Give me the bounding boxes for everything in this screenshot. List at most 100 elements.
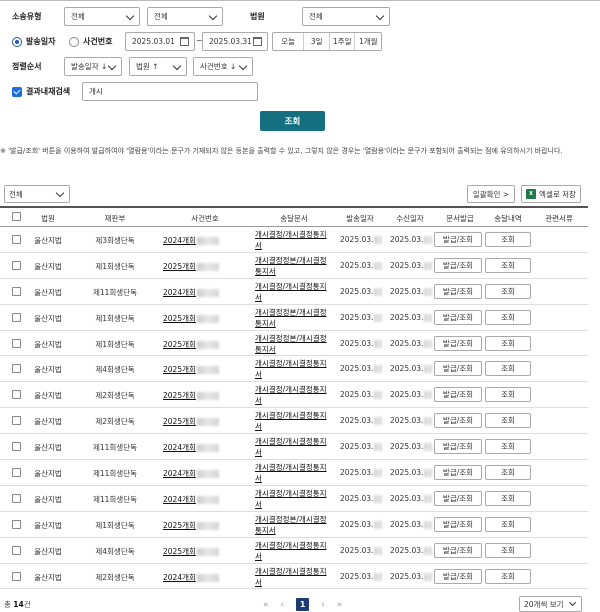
bulk-check-button[interactable]: 일괄확인 > [467,185,515,203]
row-case-number[interactable]: 2025개회 [163,313,219,324]
case-number-link[interactable]: 2025개회 [163,340,196,349]
case-type-select-2[interactable]: 전체 [147,7,223,26]
date-to-input[interactable]: 2025.03.31 [202,32,268,51]
row-case-number[interactable]: 2024개회 [163,572,219,583]
delivery-view-button[interactable]: 조회 [485,568,531,584]
row-case-number[interactable]: 2024개회 [163,287,219,298]
case-number-link[interactable]: 2025개회 [163,391,196,400]
case-number-link[interactable]: 2025개회 [163,365,196,374]
case-number-link[interactable]: 2025개회 [163,547,196,556]
issue-view-button[interactable]: 발급/조회 [434,465,482,481]
issue-view-button[interactable]: 발급/조회 [434,387,482,403]
result-search-input[interactable]: 개시 [82,82,258,101]
row-case-number[interactable]: 2025개회 [163,339,219,350]
current-page[interactable]: 1 [296,598,310,611]
row-document-link[interactable]: 개시결정정본/개시결정통지서 [255,307,331,329]
next-page-icon[interactable]: › [321,600,325,610]
sort-case-number-select[interactable]: 사건번호 ↓ [193,57,253,76]
row-checkbox[interactable] [12,286,21,296]
date-from-input[interactable]: 2025.03.01 [125,32,195,51]
row-document-link[interactable]: 개시결정/개시결정통지서 [255,281,331,303]
calendar-icon[interactable] [253,37,262,46]
issue-view-button[interactable]: 발급/조회 [434,335,482,351]
quick-range-today[interactable]: 오늘 [273,33,305,50]
case-number-link[interactable]: 2024개회 [163,288,196,297]
row-checkbox[interactable] [12,260,21,270]
row-checkbox[interactable] [12,390,21,400]
row-document-link[interactable]: 개시결정/개시결정통지서 [255,410,331,432]
delivery-view-button[interactable]: 조회 [485,309,531,325]
sort-send-date-select[interactable]: 발송일자 ↓ [64,57,122,76]
row-case-number[interactable]: 2025개회 [163,390,219,401]
list-filter-select[interactable]: 전체 [4,185,70,203]
delivery-view-button[interactable]: 조회 [485,465,531,481]
row-document-link[interactable]: 개시결정정본/개시결정통지서 [255,255,331,277]
row-document-link[interactable]: 개시결정/개시결정통지서 [255,566,331,588]
case-number-link[interactable]: 2025개회 [163,521,196,530]
row-case-number[interactable]: 2025개회 [163,546,219,557]
select-all-checkbox[interactable] [12,212,21,221]
row-checkbox[interactable] [12,364,21,374]
row-document-link[interactable]: 개시결정/개시결정통지서 [255,488,331,510]
case-number-link[interactable]: 2025개회 [163,314,196,323]
delivery-view-button[interactable]: 조회 [485,361,531,377]
sort-court-select[interactable]: 법원 ↑ [129,57,187,76]
row-checkbox[interactable] [12,235,21,244]
row-document-link[interactable]: 개시결정/개시결정통지서 [255,436,331,458]
row-case-number[interactable]: 2024개회 [163,235,219,246]
per-page-select[interactable]: 20개씩 보기 [519,596,582,612]
issue-view-button[interactable]: 발급/조회 [434,516,482,532]
quick-range-1week[interactable]: 1주일 [329,33,356,50]
delivery-view-button[interactable]: 조회 [485,516,531,532]
row-case-number[interactable]: 2025개회 [163,261,219,272]
row-case-number[interactable]: 2025개회 [163,520,219,531]
radio-send-date[interactable]: 발송일자 [12,36,55,47]
row-case-number[interactable]: 2025개회 [163,416,219,427]
issue-view-button[interactable]: 발급/조회 [434,309,482,325]
case-number-link[interactable]: 2024개회 [163,573,196,582]
case-type-select-1[interactable]: 전체 [64,7,140,26]
calendar-icon[interactable] [180,37,189,46]
delivery-view-button[interactable]: 조회 [485,542,531,558]
row-document-link[interactable]: 개시결정정본/개시결정통지서 [255,514,331,536]
issue-view-button[interactable]: 발급/조회 [434,568,482,584]
court-select[interactable]: 전체 [302,7,390,26]
radio-case-number[interactable]: 사건번호 [69,36,112,47]
row-checkbox[interactable] [12,493,21,503]
row-document-link[interactable]: 개시결정/개시결정통지서 [255,384,331,406]
row-checkbox[interactable] [12,338,21,348]
quick-range-1month[interactable]: 1개월 [355,33,381,50]
delivery-view-button[interactable]: 조회 [485,257,531,273]
search-button[interactable]: 조회 [260,111,325,131]
row-document-link[interactable]: 개시결정/개시결정통지서 [255,229,331,251]
delivery-view-button[interactable]: 조회 [485,232,531,247]
row-document-link[interactable]: 개시결정/개시결정통지서 [255,462,331,484]
delivery-view-button[interactable]: 조회 [485,439,531,455]
row-document-link[interactable]: 개시결정/개시결정통지서 [255,540,331,562]
issue-view-button[interactable]: 발급/조회 [434,439,482,455]
delivery-view-button[interactable]: 조회 [485,387,531,403]
issue-view-button[interactable]: 발급/조회 [434,232,482,247]
case-number-link[interactable]: 2024개회 [163,236,196,245]
row-case-number[interactable]: 2024개회 [163,442,219,453]
issue-view-button[interactable]: 발급/조회 [434,542,482,558]
delivery-view-button[interactable]: 조회 [485,413,531,429]
prev-page-icon[interactable]: ‹ [281,600,285,610]
row-checkbox[interactable] [12,312,21,322]
case-number-link[interactable]: 2025개회 [163,417,196,426]
row-document-link[interactable]: 개시결정정본/개시결정통지서 [255,333,331,355]
excel-save-button[interactable]: X 엑셀로 저장 [521,185,581,203]
issue-view-button[interactable]: 발급/조회 [434,413,482,429]
row-case-number[interactable]: 2025개회 [163,364,219,375]
delivery-view-button[interactable]: 조회 [485,283,531,299]
row-document-link[interactable]: 개시결정/개시결정통지서 [255,358,331,380]
issue-view-button[interactable]: 발급/조회 [434,283,482,299]
row-case-number[interactable]: 2024개회 [163,468,219,479]
delivery-view-button[interactable]: 조회 [485,490,531,506]
issue-view-button[interactable]: 발급/조회 [434,490,482,506]
case-number-link[interactable]: 2024개회 [163,495,196,504]
row-checkbox[interactable] [12,416,21,426]
row-checkbox[interactable] [12,545,21,555]
quick-range-3days[interactable]: 3일 [304,33,330,50]
delivery-view-button[interactable]: 조회 [485,335,531,351]
